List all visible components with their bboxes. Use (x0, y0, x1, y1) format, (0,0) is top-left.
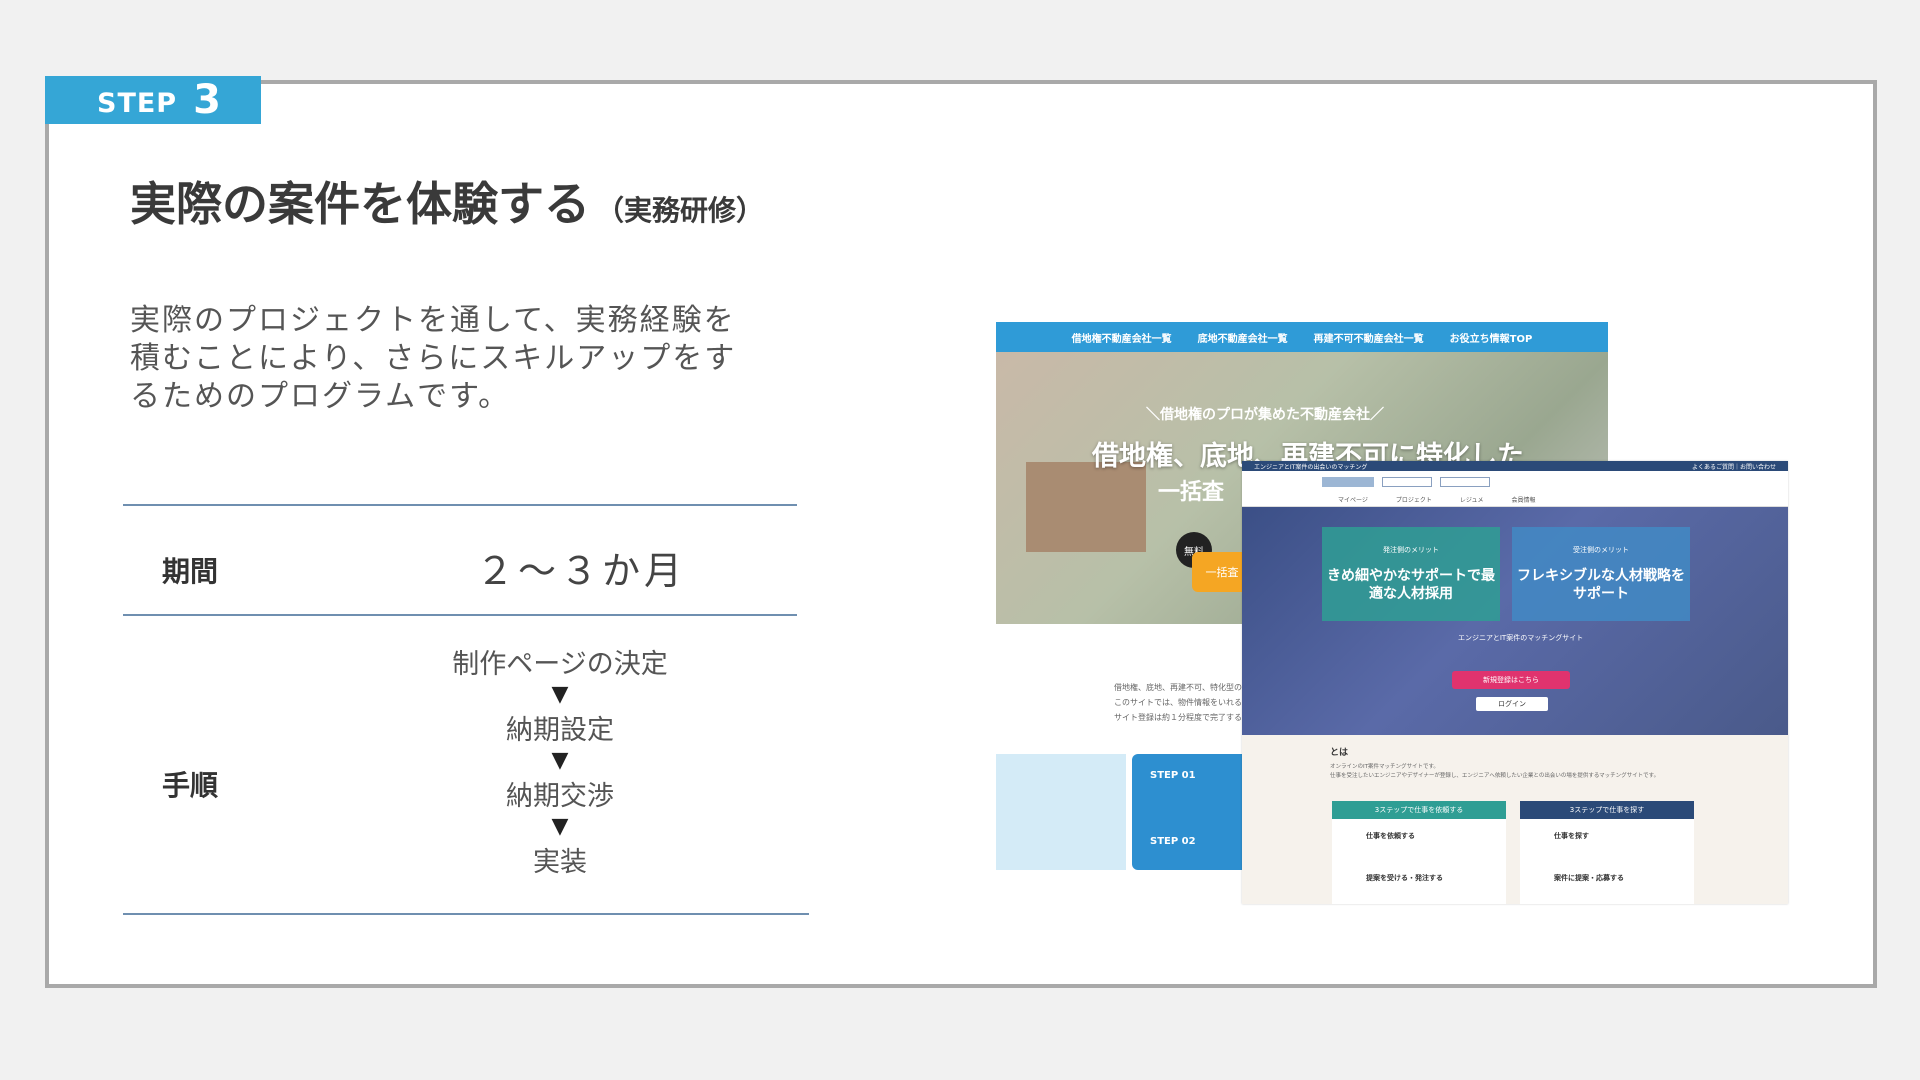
screenshot-body-text: 借地権、底地、再建不可、特化型のサイ このサイトでは、物件情報をいれるだ サイト… (1114, 680, 1258, 725)
column-item: 提案を受ける・発注する (1366, 874, 1443, 882)
about-text: オンラインのIT案件マッチングサイトです。 仕事を受注したいエンジニアやデザイナ… (1330, 763, 1659, 781)
screenshot-menu: マイページ プロジェクト レジュメ 会員情報 (1242, 493, 1788, 507)
step-item: 制作ページの決定 (452, 649, 668, 680)
screenshot-topbar: エンジニアとIT案件の出会いのマッチング よくあるご質問｜お問い合わせ (1242, 461, 1788, 471)
down-arrow-icon: ▼ (551, 748, 569, 773)
nav-item: 再建不可不動産会社一覧 (1313, 333, 1424, 345)
box-meta: 発注側のメリット (1383, 546, 1439, 554)
table-rule-middle (123, 614, 797, 616)
step-badge: STEP 3 (45, 76, 261, 124)
logo-blurred (1322, 477, 1374, 487)
screenshot-header (1242, 471, 1788, 493)
procedure-steps: 制作ページの決定 ▼ 納期設定 ▼ 納期交渉 ▼ 実装 (440, 646, 680, 882)
period-label: 期間 (162, 555, 219, 588)
box-title: きめ細やかなサポートで最適な人材採用 (1327, 568, 1495, 602)
body-line: サイト登録は約１分程度で完了する (1114, 713, 1242, 722)
about-heading: とは (1330, 748, 1349, 758)
nav-item: 借地権不動産会社一覧 (1071, 333, 1172, 345)
screenshot-nav: 借地権不動産会社一覧 底地不動産会社一覧 再建不可不動産会社一覧 お役立ち情報T… (996, 322, 1608, 352)
step-item: 納期設定 (506, 715, 614, 746)
menu-item: マイページ (1338, 497, 1368, 504)
about-line: 仕事を受注したいエンジニアやデザイナーが登録し、エンジニアへ依頼したい企業との出… (1330, 773, 1660, 779)
body-line: このサイトでは、物件情報をいれるだ (1114, 698, 1250, 707)
header-button (1440, 477, 1490, 487)
title-main: 実際の案件を体験する (130, 177, 590, 231)
title-sub: （実務研修） (596, 194, 765, 227)
table-rule-bottom (123, 913, 809, 915)
menu-item: プロジェクト (1395, 497, 1432, 504)
hero-tagline: ＼借地権のプロが集めた不動産会社／ (1146, 407, 1384, 423)
steps-column-client: 3ステップで仕事を依頼する 仕事を依頼する 提案を受ける・発注する (1332, 801, 1506, 904)
step-item: 実装 (533, 847, 587, 878)
box-title: フレキシブルな人材戦略をサポート (1517, 568, 1685, 602)
column-header: 3ステップで仕事を依頼する (1332, 801, 1506, 819)
merit-box-contractor: 受注側のメリット フレキシブルな人材戦略をサポート (1512, 527, 1690, 621)
period-value: ２～３か月 (476, 549, 687, 593)
steps-column-contractor: 3ステップで仕事を探す 仕事を探す 案件に提案・応募する (1520, 801, 1694, 904)
login-button: ログイン (1476, 697, 1548, 711)
website-screenshot-matching: エンジニアとIT案件の出会いのマッチング よくあるご質問｜お問い合わせ マイペー… (1242, 461, 1788, 904)
step-heading: STEP 01 (1150, 770, 1196, 781)
description-text: 実際のプロジェクトを通して、実務経験を積むことにより、さらにスキルアップをするた… (130, 303, 737, 414)
step-number: 3 (193, 77, 221, 123)
signup-button: 新規登録はこちら (1452, 671, 1570, 689)
header-button (1382, 477, 1432, 487)
body-line: 借地権、底地、再建不可、特化型のサイ (1114, 683, 1258, 692)
step-item: 納期交渉 (506, 781, 614, 812)
down-arrow-icon: ▼ (551, 814, 569, 839)
screenshot-body: とは オンラインのIT案件マッチングサイトです。 仕事を受注したいエンジニアやデ… (1242, 735, 1788, 904)
topbar-left: エンジニアとIT案件の出会いのマッチング (1254, 463, 1368, 471)
box-meta: 受注側のメリット (1573, 546, 1629, 554)
menu-item: レジュメ (1459, 497, 1484, 504)
down-arrow-icon: ▼ (551, 682, 569, 707)
house-image (1026, 462, 1146, 552)
step-heading: STEP 02 (1150, 836, 1196, 847)
topbar-right: よくあるご質問｜お問い合わせ (1691, 463, 1776, 471)
hero-headline2: 一括査 (1158, 480, 1225, 505)
procedure-label: 手順 (162, 769, 219, 802)
page-title: 実際の案件を体験する （実務研修） (130, 168, 764, 234)
column-item: 仕事を依頼する (1366, 832, 1415, 840)
nav-item: 底地不動産会社一覧 (1197, 333, 1288, 345)
nav-item: お役立ち情報TOP (1449, 333, 1533, 345)
column-item: 仕事を探す (1554, 832, 1589, 840)
column-item: 案件に提案・応募する (1554, 874, 1624, 882)
merit-box-client: 発注側のメリット きめ細やかなサポートで最適な人材採用 (1322, 527, 1500, 621)
column-header: 3ステップで仕事を探す (1520, 801, 1694, 819)
menu-item: 会員情報 (1511, 497, 1536, 504)
step-label: STEP (97, 87, 178, 119)
about-line: オンラインのIT案件マッチングサイトです。 (1330, 764, 1439, 770)
blue-panel (996, 754, 1126, 870)
table-rule-top (123, 504, 797, 506)
hero-subtitle: エンジニアとIT案件のマッチングサイト (1458, 634, 1584, 642)
screenshot-hero: 発注側のメリット きめ細やかなサポートで最適な人材採用 受注側のメリット フレキ… (1242, 507, 1788, 735)
